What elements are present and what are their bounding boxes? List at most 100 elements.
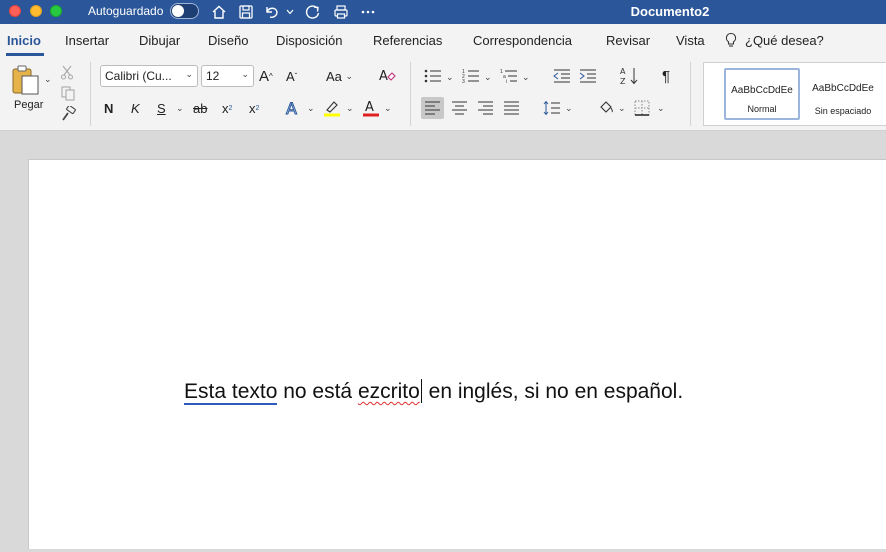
tab-inicio[interactable]: Inicio bbox=[7, 33, 41, 48]
copy-icon[interactable] bbox=[60, 85, 76, 106]
tab-correspondencia[interactable]: Correspondencia bbox=[473, 33, 572, 48]
svg-text:A: A bbox=[620, 67, 626, 76]
align-right-icon[interactable] bbox=[477, 101, 494, 120]
multilevel-dropdown-icon[interactable]: ⌄ bbox=[522, 72, 530, 83]
tab-dibujar[interactable]: Dibujar bbox=[139, 33, 180, 48]
show-formatting-button[interactable]: ¶ bbox=[662, 66, 670, 86]
font-name-value: Calibri (Cu... bbox=[105, 69, 172, 83]
paste-icon[interactable] bbox=[11, 64, 41, 101]
line-spacing-icon[interactable] bbox=[543, 100, 561, 121]
shading-dropdown-icon[interactable]: ⌄ bbox=[618, 103, 626, 114]
separator bbox=[410, 62, 411, 126]
save-icon[interactable] bbox=[236, 2, 256, 22]
svg-text:Z: Z bbox=[620, 77, 626, 86]
chevron-down-icon: ⌄ bbox=[241, 69, 249, 79]
lightbulb-icon[interactable] bbox=[724, 32, 738, 53]
document-paragraph[interactable]: Esta texto no está ezcrito en inglés, si… bbox=[184, 379, 684, 405]
highlight-dropdown-icon[interactable]: ⌄ bbox=[346, 103, 354, 114]
text-cursor bbox=[420, 379, 422, 403]
justify-icon[interactable] bbox=[503, 101, 520, 120]
paste-label[interactable]: Pegar bbox=[14, 99, 43, 111]
font-size-value: 12 bbox=[206, 69, 220, 83]
svg-text:3: 3 bbox=[462, 79, 465, 84]
separator bbox=[690, 62, 691, 126]
autosave-toggle[interactable] bbox=[170, 3, 199, 19]
zoom-window-button[interactable] bbox=[50, 5, 62, 17]
tab-diseno[interactable]: Diseño bbox=[208, 33, 248, 48]
document-canvas: Esta texto no está ezcrito en inglés, si… bbox=[0, 131, 886, 552]
tell-me-search[interactable]: ¿Qué desea? bbox=[745, 33, 824, 48]
clear-formatting-icon[interactable]: A bbox=[378, 67, 396, 90]
bullets-dropdown-icon[interactable]: ⌄ bbox=[446, 72, 454, 83]
tab-disposicion[interactable]: Disposición bbox=[276, 33, 342, 48]
increase-indent-icon[interactable] bbox=[579, 68, 597, 89]
text-effects-icon[interactable]: A bbox=[284, 99, 302, 122]
print-icon[interactable] bbox=[331, 2, 351, 22]
document-title: Documento2 bbox=[630, 4, 710, 19]
home-icon[interactable] bbox=[209, 2, 229, 22]
style-label: Sin espaciado bbox=[814, 106, 872, 116]
separator bbox=[90, 62, 91, 126]
tab-referencias[interactable]: Referencias bbox=[373, 33, 442, 48]
change-case-button[interactable]: Aa ⌄ bbox=[326, 66, 353, 86]
decrease-indent-icon[interactable] bbox=[553, 68, 571, 89]
tab-insertar[interactable]: Insertar bbox=[65, 33, 109, 48]
shrink-font-button[interactable]: Aˇ bbox=[286, 66, 297, 86]
ribbon-tabs: Inicio Insertar Dibujar Diseño Disposici… bbox=[0, 24, 886, 56]
underline-dropdown-icon[interactable]: ⌄ bbox=[176, 103, 184, 114]
highlight-icon[interactable] bbox=[323, 99, 341, 122]
bold-button[interactable]: N bbox=[104, 98, 113, 118]
italic-button[interactable]: K bbox=[131, 98, 140, 118]
grow-font-button[interactable]: A ^ bbox=[259, 66, 273, 86]
chevron-down-icon: ⌄ bbox=[345, 70, 354, 81]
font-size-select[interactable]: 12 ⌄ bbox=[201, 65, 254, 87]
chevron-down-icon: ⌄ bbox=[185, 69, 193, 79]
text-run: no está bbox=[277, 380, 358, 403]
text-effects-dropdown-icon[interactable]: ⌄ bbox=[307, 103, 315, 114]
svg-text:A: A bbox=[365, 100, 374, 115]
title-bar: Autoguardado Documento2 bbox=[0, 0, 886, 24]
document-page[interactable]: Esta texto no está ezcrito en inglés, si… bbox=[28, 159, 886, 549]
sort-icon[interactable]: AZ bbox=[619, 66, 639, 91]
align-center-icon[interactable] bbox=[451, 101, 468, 120]
tab-revisar[interactable]: Revisar bbox=[606, 33, 650, 48]
autosave-label: Autoguardado bbox=[88, 4, 164, 18]
change-case-glyph: Aa bbox=[326, 68, 342, 84]
toggle-knob bbox=[172, 5, 184, 17]
grow-font-glyph: A bbox=[259, 67, 270, 85]
underline-button[interactable]: S bbox=[157, 98, 166, 118]
cut-icon[interactable] bbox=[60, 64, 74, 85]
svg-text:i: i bbox=[506, 79, 507, 84]
grammar-error-word[interactable]: Esta texto bbox=[184, 380, 278, 405]
redo-icon[interactable] bbox=[303, 2, 323, 22]
borders-icon[interactable] bbox=[634, 100, 650, 121]
more-icon[interactable] bbox=[358, 2, 378, 22]
style-label: Normal bbox=[747, 104, 777, 114]
subscript-button[interactable]: x2 bbox=[222, 98, 232, 118]
text-run: en inglés, si no en español. bbox=[422, 380, 684, 403]
numbering-dropdown-icon[interactable]: ⌄ bbox=[484, 72, 492, 83]
tab-vista[interactable]: Vista bbox=[676, 33, 705, 48]
font-color-icon[interactable]: A bbox=[362, 99, 380, 122]
close-window-button[interactable] bbox=[9, 5, 21, 17]
shading-icon[interactable] bbox=[597, 99, 615, 122]
undo-icon[interactable] bbox=[262, 2, 282, 22]
multilevel-list-icon[interactable]: 1ai bbox=[500, 68, 518, 89]
paste-dropdown-icon[interactable]: ⌄ bbox=[44, 74, 52, 85]
style-sin-espaciado[interactable]: AaBbCcDdEe Sin espaciado bbox=[805, 68, 881, 120]
undo-dropdown-icon[interactable] bbox=[284, 2, 296, 22]
font-name-select[interactable]: Calibri (Cu... ⌄ bbox=[100, 65, 198, 87]
spelling-error-word[interactable]: ezcrito bbox=[358, 380, 420, 403]
align-left-icon[interactable] bbox=[424, 101, 441, 120]
format-painter-icon[interactable] bbox=[60, 105, 76, 127]
borders-dropdown-icon[interactable]: ⌄ bbox=[657, 103, 665, 114]
minimize-window-button[interactable] bbox=[30, 5, 42, 17]
style-sample: AaBbCcDdEe bbox=[731, 85, 793, 96]
line-spacing-dropdown-icon[interactable]: ⌄ bbox=[565, 103, 573, 114]
numbering-icon[interactable]: 123 bbox=[462, 68, 480, 89]
font-color-dropdown-icon[interactable]: ⌄ bbox=[384, 103, 392, 114]
strikethrough-button[interactable]: ab bbox=[193, 98, 207, 118]
style-normal[interactable]: AaBbCcDdEe Normal bbox=[724, 68, 800, 120]
bullets-icon[interactable] bbox=[424, 68, 442, 89]
superscript-button[interactable]: x2 bbox=[249, 98, 259, 118]
